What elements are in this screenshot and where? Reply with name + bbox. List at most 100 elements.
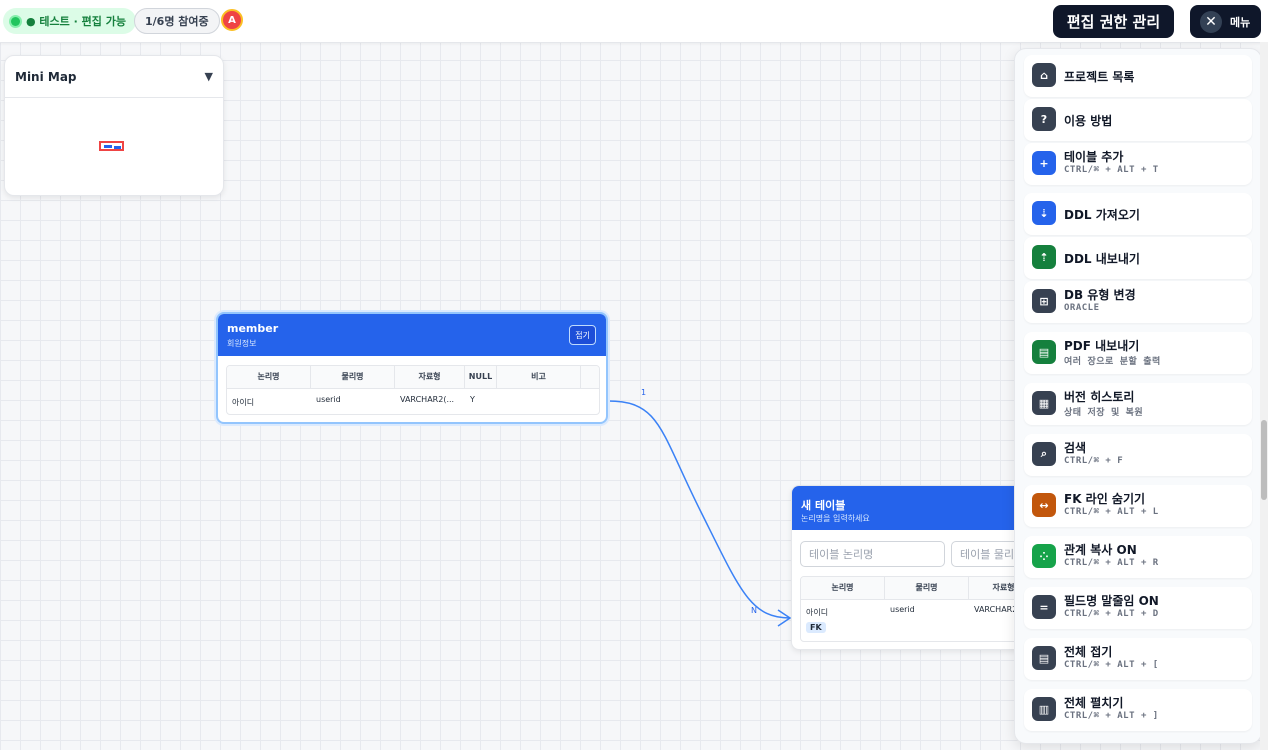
menu-item-label: 전체 접기: [1064, 645, 1113, 659]
mini-map[interactable]: Mini Map ▼: [4, 55, 224, 196]
table-title: 새 테이블: [801, 499, 846, 512]
arrow-head-icon: [777, 609, 792, 627]
menu-item-expand-all[interactable]: ▥ 전체 펼치기 CTRL/⌘ + ALT + ]: [1024, 689, 1252, 731]
column-header: 물리명: [885, 577, 969, 599]
export-icon: ⇡: [1032, 245, 1056, 269]
relation-start-label: 1: [641, 388, 646, 397]
menu-item-add-table[interactable]: + 테이블 추가 CTRL/⌘ + ALT + T: [1024, 143, 1252, 185]
table-header[interactable]: 새 테이블 논리명을 입력하세요: [792, 486, 1022, 530]
fk-relation-line[interactable]: [607, 400, 791, 619]
menu-item-version-history[interactable]: ▦ 버전 히스토리 상태 저장 및 복원: [1024, 383, 1252, 425]
table-subtitle: 회원정보: [227, 339, 257, 348]
avatar[interactable]: A: [221, 9, 243, 31]
menu-item-shortcut: CTRL/⌘ + ALT + [: [1064, 660, 1159, 670]
edit-permission-button[interactable]: 편집 권한 관리: [1053, 5, 1174, 38]
pdf-icon: ▤: [1032, 340, 1056, 364]
menu-item-shortcut: CTRL/⌘ + ALT + D: [1064, 609, 1159, 619]
page-scrollbar[interactable]: [1260, 42, 1268, 750]
mini-map-table-member: [104, 145, 112, 148]
menu-item-label: 관계 복사 ON: [1064, 543, 1137, 557]
table-row[interactable]: 아이디 FK userid VARCHAR2: [801, 600, 1022, 640]
menu-item-label: 전체 펼치기: [1064, 696, 1124, 710]
menu-item-collapse-all[interactable]: ▤ 전체 접기 CTRL/⌘ + ALT + [: [1024, 638, 1252, 680]
menu-item-label: 프로젝트 목록: [1064, 70, 1135, 84]
cell-logical[interactable]: 아이디: [806, 607, 828, 618]
menu-item-hide-fk-lines[interactable]: ↔ FK 라인 숨기기 CTRL/⌘ + ALT + L: [1024, 485, 1252, 527]
database-icon: ⊞: [1032, 289, 1056, 313]
cell-logical[interactable]: 아이디: [232, 397, 254, 408]
mini-map-header[interactable]: Mini Map ▼: [5, 56, 223, 98]
column-header-row: 논리명 물리명 자료형: [801, 577, 1022, 600]
menu-item-export-pdf[interactable]: ▤ PDF 내보내기 여러 장으로 분할 출력: [1024, 332, 1252, 374]
menu-item-label: 이용 방법: [1064, 114, 1113, 128]
menu-item-shortcut: 상태 저장 및 복원: [1064, 408, 1144, 418]
collapse-all-icon: ▤: [1032, 646, 1056, 670]
relation-copy-icon: ⁘: [1032, 544, 1056, 568]
status-label: ● 테스트 · 편집 가능: [26, 15, 126, 28]
cell-type[interactable]: VARCHAR2(...: [400, 395, 454, 404]
menu-item-import-ddl[interactable]: ⇣ DDL 가져오기: [1024, 193, 1252, 235]
search-icon: ⌕: [1032, 442, 1056, 466]
mini-map-title: Mini Map: [15, 69, 77, 84]
table-card-new[interactable]: 새 테이블 논리명을 입력하세요 테이블 논리명 테이블 물리명 논리명 물리명…: [791, 485, 1023, 650]
column-header-row: 논리명 물리명 자료형 NULL 비고: [227, 366, 599, 389]
column-header: NULL: [465, 366, 497, 388]
menu-item-label: DDL 가져오기: [1064, 208, 1140, 222]
chevron-down-icon[interactable]: ▼: [205, 70, 213, 83]
online-dot-icon: [11, 16, 20, 26]
fk-line-icon: ↔: [1032, 493, 1056, 517]
menu-item-field-ellipsis[interactable]: = 필드명 말줄임 ON CTRL/⌘ + ALT + D: [1024, 587, 1252, 629]
close-icon: ✕: [1200, 10, 1222, 33]
column-header: 논리명: [801, 577, 885, 599]
table-card-member[interactable]: member 회원정보 접기 논리명 물리명 자료형 NULL 비고 아이디 u…: [216, 312, 608, 424]
participants-count[interactable]: 1/6명 참여중: [134, 8, 220, 34]
menu-item-help[interactable]: ? 이용 방법: [1024, 99, 1252, 141]
relation-end-label: N: [751, 606, 757, 615]
menu-item-label: DB 유형 변경: [1064, 288, 1136, 302]
plus-icon: +: [1032, 151, 1056, 175]
table-subtitle: 논리명을 입력하세요: [801, 514, 870, 523]
fk-badge: FK: [806, 622, 826, 633]
cell-null[interactable]: Y: [470, 395, 475, 404]
scrollbar-thumb[interactable]: [1261, 420, 1267, 500]
menu-item-label: PDF 내보내기: [1064, 339, 1140, 353]
mini-map-table-new: [114, 146, 121, 149]
column-header: 논리명: [227, 366, 311, 388]
table-row[interactable]: 아이디 userid VARCHAR2(... Y: [227, 389, 599, 413]
expand-all-icon: ▥: [1032, 697, 1056, 721]
table-title: member: [227, 322, 279, 335]
mini-map-viewport[interactable]: [99, 141, 124, 151]
menu-item-shortcut: CTRL/⌘ + F: [1064, 456, 1124, 466]
menu-item-project-list[interactable]: ⌂ 프로젝트 목록: [1024, 55, 1252, 97]
table-header[interactable]: member 회원정보 접기: [218, 314, 606, 356]
menu-item-label: 테이블 추가: [1064, 150, 1124, 164]
menu-item-shortcut: ORACLE: [1064, 303, 1100, 313]
menu-item-db-type[interactable]: ⊞ DB 유형 변경 ORACLE: [1024, 281, 1252, 323]
cell-type[interactable]: VARCHAR2: [974, 605, 1017, 614]
cell-physical[interactable]: userid: [890, 605, 915, 614]
menu-item-label: 버전 히스토리: [1064, 390, 1135, 404]
column-header: 비고: [497, 366, 581, 388]
menu-item-shortcut: CTRL/⌘ + ALT + T: [1064, 165, 1159, 175]
top-bar: ● 테스트 · 편집 가능 1/6명 참여중 A 편집 권한 관리 ✕ 메뉴: [0, 0, 1268, 43]
fold-button[interactable]: 접기: [569, 325, 596, 345]
history-icon: ▦: [1032, 391, 1056, 415]
cell-physical[interactable]: userid: [316, 395, 341, 404]
column-grid: 논리명 물리명 자료형 NULL 비고 아이디 userid VARCHAR2(…: [226, 365, 600, 415]
column-header: 물리명: [311, 366, 395, 388]
menu-item-export-ddl[interactable]: ⇡ DDL 내보내기: [1024, 237, 1252, 279]
column-grid: 논리명 물리명 자료형 아이디 FK userid VARCHAR2: [800, 576, 1022, 642]
menu-item-relation-copy[interactable]: ⁘ 관계 복사 ON CTRL/⌘ + ALT + R: [1024, 536, 1252, 578]
menu-item-label: 검색: [1064, 441, 1087, 455]
menu-label: 메뉴: [1230, 15, 1251, 29]
menu-item-label: 필드명 말줄임 ON: [1064, 594, 1159, 608]
menu-item-shortcut: CTRL/⌘ + ALT + R: [1064, 558, 1159, 568]
physical-name-input[interactable]: 테이블 물리명: [951, 541, 1022, 567]
logical-name-input[interactable]: 테이블 논리명: [800, 541, 945, 567]
menu-panel: ⌂ 프로젝트 목록 ? 이용 방법 + 테이블 추가 CTRL/⌘ + ALT …: [1014, 48, 1262, 744]
menu-item-shortcut: CTRL/⌘ + ALT + ]: [1064, 711, 1159, 721]
help-icon: ?: [1032, 107, 1056, 131]
menu-toggle-button[interactable]: ✕ 메뉴: [1190, 5, 1261, 38]
menu-item-search[interactable]: ⌕ 검색 CTRL/⌘ + F: [1024, 434, 1252, 476]
column-header: 자료형: [395, 366, 465, 388]
